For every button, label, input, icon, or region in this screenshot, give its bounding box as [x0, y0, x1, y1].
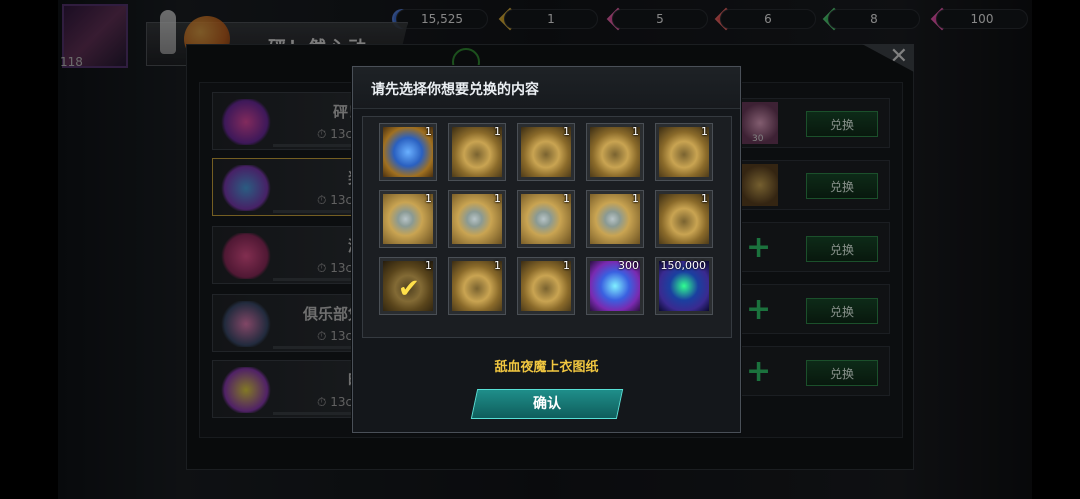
item-slot[interactable]: 1 — [448, 123, 506, 181]
item-slot[interactable]: 1 — [448, 257, 506, 315]
item-slot[interactable]: 1 — [655, 190, 713, 248]
item-slot[interactable]: 1 — [448, 190, 506, 248]
checkmark-icon: ✔ — [398, 274, 420, 304]
dialog-header: 请先选择你想要兑换的内容 — [353, 67, 740, 109]
confirm-button-label[interactable]: 确认 — [474, 389, 620, 419]
item-slot[interactable]: 1 — [586, 123, 644, 181]
item-slot[interactable]: 1 — [517, 257, 575, 315]
item-slot[interactable]: 1 — [379, 123, 437, 181]
item-slot[interactable]: 300 — [586, 257, 644, 315]
dialog-title: 请先选择你想要兑换的内容 — [371, 82, 539, 98]
item-slot[interactable]: 1 — [586, 190, 644, 248]
selected-item-name: 舐血夜魔上衣图纸 — [494, 360, 599, 375]
item-slot[interactable]: 1 — [655, 123, 713, 181]
item-slot[interactable]: 1 — [517, 123, 575, 181]
item-slot[interactable]: 1 — [517, 190, 575, 248]
item-slot[interactable]: 150,000 — [655, 257, 713, 315]
item-slot-selected[interactable]: ✔ 1 — [379, 257, 437, 315]
item-slot[interactable]: 1 — [379, 190, 437, 248]
